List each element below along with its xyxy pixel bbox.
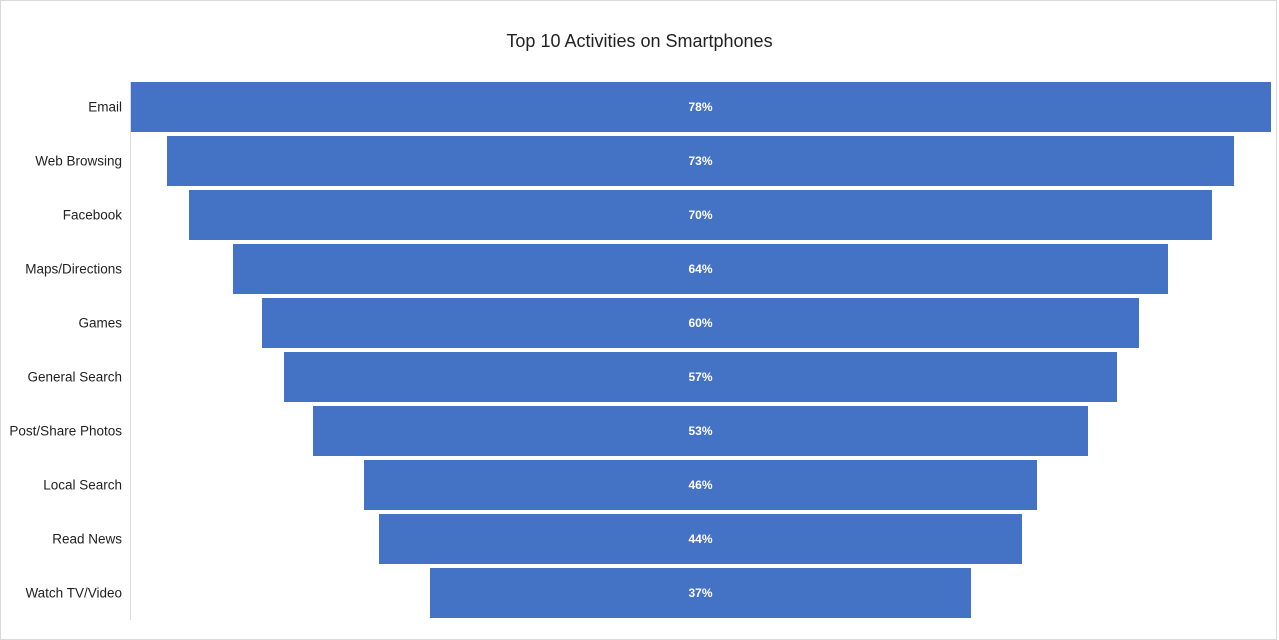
data-label: 60% (688, 316, 713, 330)
data-label: 64% (688, 262, 713, 276)
category-label: Maps/Directions (25, 261, 122, 277)
category-label: Watch TV/Video (25, 585, 122, 601)
data-label: 53% (688, 424, 713, 438)
category-label: Post/Share Photos (9, 423, 122, 439)
category-label: Email (88, 99, 122, 115)
data-label: 44% (688, 532, 713, 546)
data-label: 37% (688, 586, 713, 600)
category-label: Facebook (62, 207, 122, 223)
data-label: 70% (688, 208, 713, 222)
data-label: 78% (688, 100, 713, 114)
data-label: 73% (688, 154, 713, 168)
category-label: General Search (27, 369, 122, 385)
chart-title: Top 10 Activities on Smartphones (506, 31, 773, 51)
category-label: Local Search (43, 477, 122, 493)
category-label: Web Browsing (35, 153, 122, 169)
category-label: Read News (52, 531, 122, 547)
category-axis-line (130, 82, 131, 620)
data-label: 46% (688, 478, 713, 492)
category-label: Games (78, 315, 122, 331)
data-label: 57% (688, 370, 713, 384)
